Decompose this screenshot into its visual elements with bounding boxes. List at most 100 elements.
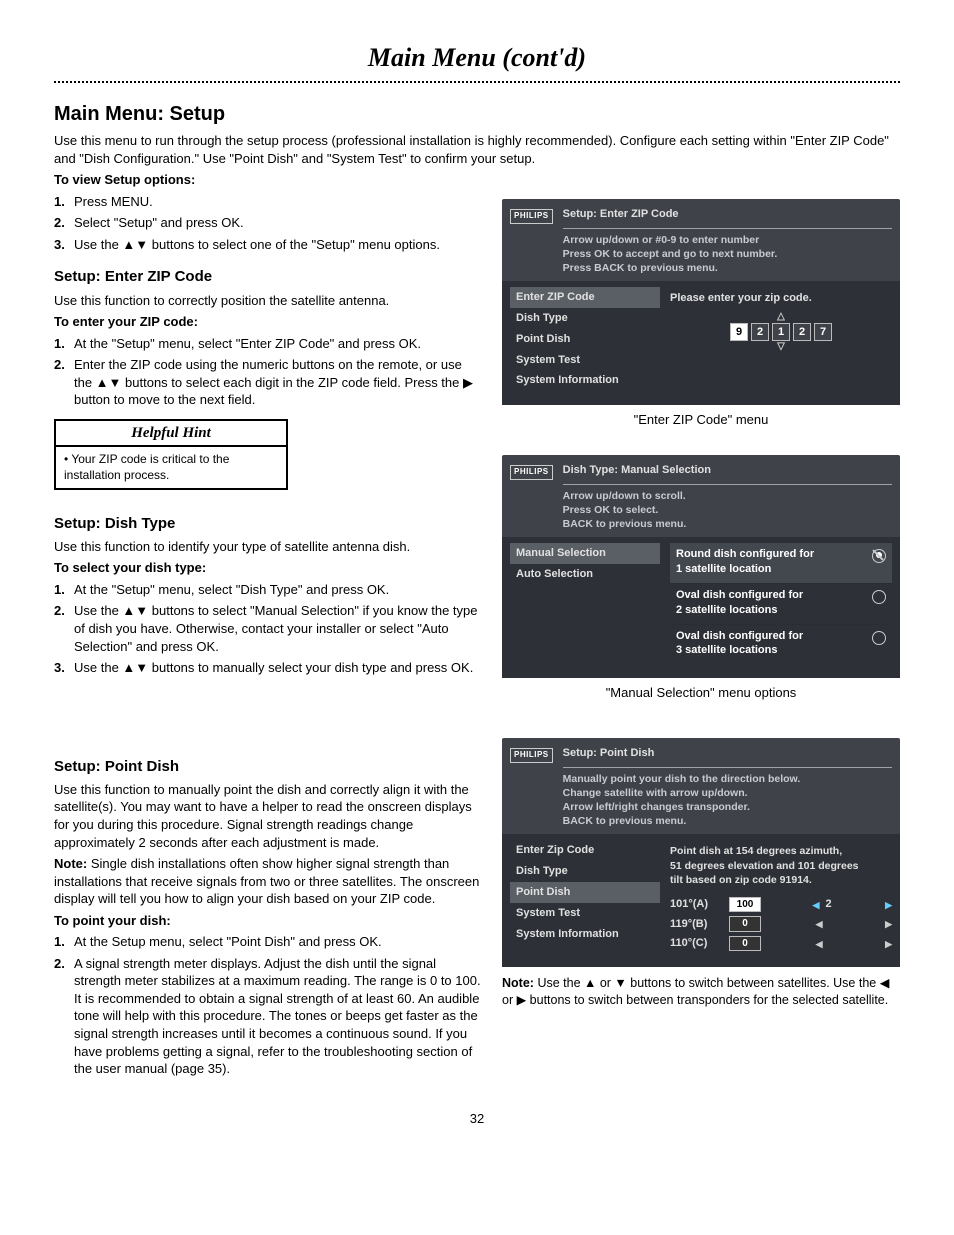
zip-heading: Setup: Enter ZIP Code: [54, 267, 482, 287]
radio-icon: [872, 590, 886, 604]
right-arrow-icon[interactable]: ▶: [885, 918, 892, 930]
help-text: Manually point your dish to the directio…: [563, 772, 892, 786]
down-arrow-icon: ▽: [670, 342, 892, 352]
note-label: Note:: [54, 856, 87, 871]
point-intro: Use this function to manually point the …: [54, 781, 482, 851]
menu-item-enter-zip[interactable]: Enter ZIP Code: [510, 287, 660, 308]
sat-row-b[interactable]: 119°(B) 0 ◀ ▶: [670, 914, 892, 934]
menu-item-auto[interactable]: Auto Selection: [510, 564, 660, 585]
dish-steps: 1.At the "Setup" menu, select "Dish Type…: [54, 581, 482, 677]
dish-screen: PHILIPS Dish Type: Manual Selection Arro…: [502, 455, 900, 678]
note-label: Note:: [502, 976, 534, 990]
step-text: Use the ▲▼ buttons to select "Manual Sel…: [74, 602, 482, 655]
point-info: 51 degrees elevation and 101 degrees: [670, 859, 892, 873]
sat-label: 110°(C): [670, 936, 725, 951]
step-text: Press MENU.: [74, 193, 482, 211]
opt-line: 1 satellite location: [676, 562, 866, 577]
point-dish-label: To point your dish:: [54, 912, 482, 930]
dish-option-round[interactable]: Round dish configured for 1 satellite lo…: [670, 543, 892, 584]
help-text: Arrow up/down or #0-9 to enter number: [563, 233, 892, 247]
zip-enter-label: To enter your ZIP code:: [54, 313, 482, 331]
dish-option-oval2[interactable]: Oval dish configured for 2 satellite loc…: [670, 584, 892, 625]
menu-item-system-test[interactable]: System Test: [510, 350, 660, 371]
step-text: Select "Setup" and press OK.: [74, 214, 482, 232]
help-text: Press OK to select.: [563, 503, 892, 517]
menu-item-dish-type[interactable]: Dish Type: [510, 861, 660, 882]
help-text: Press OK to accept and go to next number…: [563, 247, 892, 261]
zip-input[interactable]: 9 2 1 2 7: [730, 323, 832, 341]
dotted-divider: [54, 81, 900, 83]
logo: PHILIPS: [510, 748, 553, 763]
dish-menu: Manual Selection Auto Selection: [510, 543, 660, 664]
step-text: At the "Setup" menu, select "Enter ZIP C…: [74, 335, 482, 353]
menu-item-system-info[interactable]: System Information: [510, 924, 660, 945]
left-arrow-icon[interactable]: ◀: [816, 918, 823, 930]
step-text: At the Setup menu, select "Point Dish" a…: [74, 933, 482, 951]
setup-menu: Enter ZIP Code Dish Type Point Dish Syst…: [510, 287, 660, 391]
point-screen: PHILIPS Setup: Point Dish Manually point…: [502, 738, 900, 968]
point-info: tilt based on zip code 91914.: [670, 873, 892, 887]
menu-item-manual[interactable]: Manual Selection: [510, 543, 660, 564]
menu-item-point-dish[interactable]: Point Dish: [510, 882, 660, 903]
screen-title: Setup: Enter ZIP Code: [563, 207, 892, 224]
page-number: 32: [54, 1110, 900, 1128]
signal-value: 0: [729, 916, 761, 932]
right-arrow-icon[interactable]: ▶: [885, 899, 892, 911]
note-body: Single dish installations often show hig…: [54, 856, 479, 906]
logo: PHILIPS: [510, 465, 553, 480]
zip-intro: Use this function to correctly position …: [54, 292, 482, 310]
logo: PHILIPS: [510, 209, 553, 224]
point-steps: 1.At the Setup menu, select "Point Dish"…: [54, 933, 482, 1077]
view-setup-label: To view Setup options:: [54, 171, 900, 189]
opt-line: Oval dish configured for: [676, 629, 866, 644]
setup-menu: Enter Zip Code Dish Type Point Dish Syst…: [510, 840, 660, 953]
zip-digit[interactable]: 9: [730, 323, 748, 341]
sat-row-c[interactable]: 110°(C) 0 ◀ ▶: [670, 934, 892, 954]
opt-line: 2 satellite locations: [676, 603, 866, 618]
signal-value: 100: [729, 897, 761, 913]
point-note: Note: Single dish installations often sh…: [54, 855, 482, 908]
sat-label: 101°(A): [670, 897, 725, 912]
help-text: Arrow up/down to scroll.: [563, 489, 892, 503]
left-arrow-icon[interactable]: ◀: [816, 938, 823, 950]
view-setup-steps: 1.Press MENU. 2.Select "Setup" and press…: [54, 193, 482, 254]
dish-select-label: To select your dish type:: [54, 559, 482, 577]
menu-item-system-test[interactable]: System Test: [510, 903, 660, 924]
zip-digit[interactable]: 7: [814, 323, 832, 341]
screen-title: Setup: Point Dish: [563, 746, 892, 763]
opt-line: Round dish configured for: [676, 547, 866, 562]
menu-item-system-info[interactable]: System Information: [510, 370, 660, 391]
hint-title: Helpful Hint: [56, 421, 286, 447]
hint-body: Your ZIP code is critical to the install…: [56, 447, 286, 487]
signal-value: 0: [729, 936, 761, 952]
zip-prompt: Please enter your zip code.: [670, 291, 892, 306]
up-arrow-icon: △: [670, 312, 892, 322]
help-text: Press BACK to previous menu.: [563, 261, 892, 275]
dish-option-oval3[interactable]: Oval dish configured for 3 satellite loc…: [670, 625, 892, 665]
zip-digit[interactable]: 2: [751, 323, 769, 341]
setup-intro: Use this menu to run through the setup p…: [54, 132, 900, 167]
menu-item-dish-type[interactable]: Dish Type: [510, 308, 660, 329]
step-text: At the "Setup" menu, select "Dish Type" …: [74, 581, 482, 599]
step-text: Use the ▲▼ buttons to select one of the …: [74, 236, 482, 254]
zip-caption: "Enter ZIP Code" menu: [502, 411, 900, 429]
point-heading: Setup: Point Dish: [54, 757, 482, 777]
page-title: Main Menu (cont'd): [54, 40, 900, 75]
sat-row-a[interactable]: 101°(A) 100 ◀ 2 ▶: [670, 895, 892, 915]
note-body: Use the ▲ or ▼ buttons to switch between…: [502, 976, 889, 1007]
radio-icon: [872, 631, 886, 645]
zip-digit[interactable]: 2: [793, 323, 811, 341]
opt-line: 3 satellite locations: [676, 643, 866, 658]
left-arrow-icon[interactable]: ◀: [813, 899, 820, 911]
menu-item-enter-zip[interactable]: Enter Zip Code: [510, 840, 660, 861]
point-info: Point dish at 154 degrees azimuth,: [670, 844, 892, 858]
menu-item-point-dish[interactable]: Point Dish: [510, 329, 660, 350]
zip-digit[interactable]: 1: [772, 323, 790, 341]
step-text: Use the ▲▼ buttons to manually select yo…: [74, 659, 482, 677]
screen-title: Dish Type: Manual Selection: [563, 463, 892, 480]
transponder-value: 2: [825, 897, 831, 912]
point-note: Note: Use the ▲ or ▼ buttons to switch b…: [502, 975, 900, 1009]
help-text: BACK to previous menu.: [563, 814, 892, 828]
dish-heading: Setup: Dish Type: [54, 514, 482, 534]
right-arrow-icon[interactable]: ▶: [885, 938, 892, 950]
